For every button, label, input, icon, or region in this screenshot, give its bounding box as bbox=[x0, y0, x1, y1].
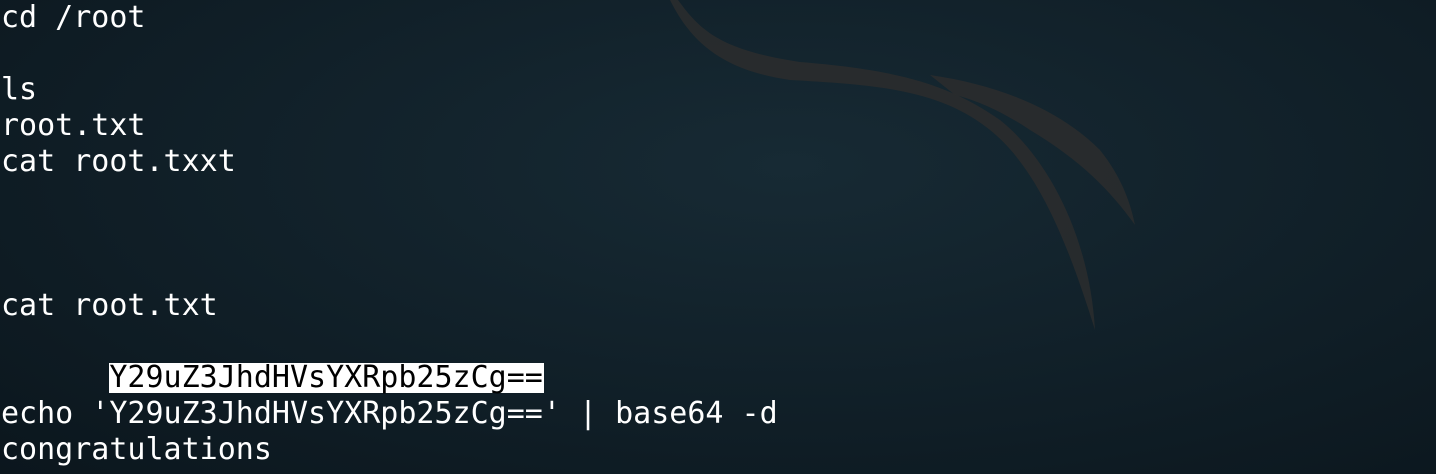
terminal-line: root.txt bbox=[1, 108, 146, 143]
selected-text[interactable]: Y29uZ3JhdHVsYXRpb25zCg== bbox=[109, 363, 544, 393]
terminal-line: cat root.txt bbox=[1, 288, 218, 323]
terminal-line: congratulations bbox=[1, 432, 272, 467]
terminal-line: echo 'Y29uZ3JhdHVsYXRpb25zCg==' | base64… bbox=[1, 396, 778, 431]
terminal-line-selected[interactable]: Y29uZ3JhdHVsYXRpb25zCg== bbox=[0, 324, 1436, 393]
terminal-window[interactable]: cd /root ls root.txt cat root.txxt cat r… bbox=[0, 0, 1436, 474]
terminal-line: ls bbox=[1, 72, 38, 107]
terminal-output: cd /root ls root.txt cat root.txxt cat r… bbox=[0, 0, 1436, 468]
terminal-line: cd /root bbox=[1, 0, 146, 35]
terminal-line: cat root.txxt bbox=[1, 144, 236, 179]
